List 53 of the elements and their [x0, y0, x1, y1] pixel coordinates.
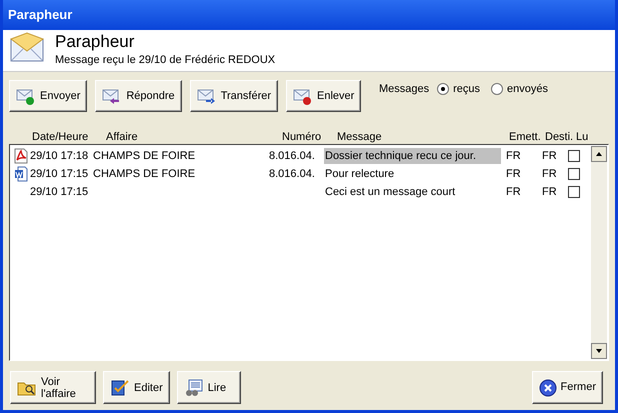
scroll-down-icon[interactable]: [591, 343, 607, 359]
numero-cell: 8.016.04.: [269, 168, 315, 180]
envelope-icon: [293, 87, 314, 105]
read-checkbox[interactable]: [568, 186, 580, 198]
emett-cell: FR: [506, 168, 521, 180]
envelope-icon: [196, 87, 217, 105]
column-header: Numéro: [282, 130, 322, 145]
footer-button[interactable]: Lire: [176, 371, 241, 404]
word-file-icon: [14, 166, 28, 182]
emett-cell: FR: [506, 186, 521, 198]
pdf-file-icon: [14, 148, 28, 164]
toolbar-button[interactable]: Enlever: [286, 80, 362, 112]
footer-button[interactable]: Editer: [103, 371, 170, 404]
toolbar-button[interactable]: Répondre: [95, 80, 182, 112]
toolbar-button[interactable]: Envoyer: [9, 80, 88, 112]
column-header: Desti.: [545, 130, 574, 145]
column-header: Affaire: [106, 130, 139, 145]
footer-button[interactable]: Voir l'affaire: [10, 371, 96, 404]
radio-button[interactable]: [437, 83, 450, 96]
column-header: Date/Heure: [32, 130, 90, 145]
close-button[interactable]: Fermer: [532, 371, 603, 404]
read-icon: [184, 378, 204, 396]
desti-cell: FR: [542, 150, 557, 162]
affaire-cell: CHAMPS DE FOIRE: [93, 168, 196, 180]
read-checkbox[interactable]: [568, 168, 580, 180]
desti-cell: FR: [542, 186, 557, 198]
date-cell-text: 29/10 17:15: [30, 184, 90, 200]
window-title: Parapheur: [3, 0, 615, 30]
numero-cell: 8.016.04.: [269, 150, 315, 162]
date-cell-text: 29/10 17:18: [30, 148, 90, 164]
message-cell[interactable]: Ceci est un message court: [324, 184, 501, 200]
radio-button[interactable]: [491, 83, 504, 96]
read-checkbox[interactable]: [568, 150, 580, 162]
edit-icon: [110, 378, 130, 396]
affaire-cell: CHAMPS DE FOIRE: [93, 150, 196, 162]
header-subtitle: Message reçu le 29/10 de Frédéric REDOUX: [55, 53, 276, 67]
message-cell[interactable]: Pour relecture: [324, 166, 501, 182]
header-title: Parapheur: [55, 31, 136, 53]
desti-cell: FR: [542, 168, 557, 180]
close-icon: [538, 378, 557, 396]
column-header: Lu: [576, 130, 590, 145]
column-header: Message: [337, 130, 383, 145]
radio-option[interactable]: reçus: [437, 81, 480, 98]
message-cell[interactable]: Dossier technique recu ce jour.: [324, 148, 501, 164]
date-cell-text: 29/10 17:15: [30, 166, 90, 182]
filter-label: Messages: [378, 82, 430, 97]
emett-cell: FR: [506, 150, 521, 162]
scrollbar[interactable]: [591, 146, 607, 359]
scroll-up-icon[interactable]: [591, 146, 607, 162]
column-header: Emett.: [509, 130, 542, 145]
envelope-icon: [16, 87, 36, 105]
toolbar-button[interactable]: Transférer: [190, 80, 278, 112]
radio-option[interactable]: envoyés: [491, 81, 548, 98]
